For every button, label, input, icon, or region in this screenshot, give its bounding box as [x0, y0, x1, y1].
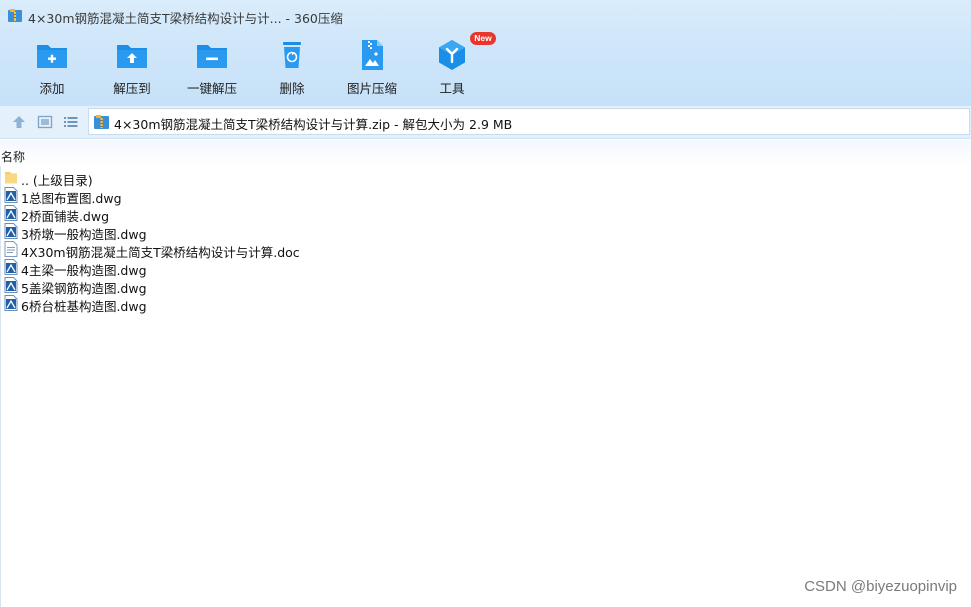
dwg-file-icon — [4, 259, 18, 275]
window-title: 4×30m钢筋混凝土简支T梁桥结构设计与计... - 360压缩 — [28, 11, 343, 26]
parent-directory-row[interactable]: .. (上级目录) — [0, 168, 600, 188]
thumbnail-view-icon[interactable] — [37, 114, 53, 130]
dwg-file-icon — [4, 295, 18, 311]
recycle-bin-icon — [283, 42, 301, 68]
watermark: CSDN @biyezuopinvip — [804, 578, 957, 595]
one-click-extract-icon — [197, 45, 227, 68]
tools-button[interactable]: New 工具 — [416, 32, 496, 98]
tools-icon — [439, 40, 465, 70]
one-click-extract-button[interactable]: 一键解压 — [176, 38, 248, 98]
add-button[interactable]: 添加 — [16, 38, 88, 98]
dwg-file-icon — [4, 187, 18, 203]
toolbar-area: 4×30m钢筋混凝土简支T梁桥结构设计与计... - 360压缩 添加 解压到 — [0, 0, 971, 106]
zip-archive-icon — [8, 9, 22, 22]
extract-to-button[interactable]: 解压到 — [96, 38, 168, 98]
one-click-extract-label: 一键解压 — [186, 81, 237, 96]
add-folder-icon — [37, 45, 67, 68]
file-row[interactable]: 6桥台桩基构造图.dwg — [0, 294, 600, 314]
file-row[interactable]: 5盖梁钢筋构造图.dwg — [0, 276, 600, 296]
file-name: 6桥台桩基构造图.dwg — [21, 299, 147, 314]
dwg-file-icon — [4, 205, 18, 221]
file-row[interactable]: 4主梁一般构造图.dwg — [0, 258, 600, 278]
zip-archive-icon — [94, 115, 109, 129]
doc-file-icon — [4, 241, 18, 257]
delete-button[interactable]: 删除 — [256, 38, 328, 98]
app-window: 4×30m钢筋混凝土简支T梁桥结构设计与计... - 360压缩 添加 解压到 — [0, 0, 971, 607]
file-row[interactable]: 4X30m钢筋混凝土简支T梁桥结构设计与计算.doc — [0, 240, 600, 260]
file-row[interactable]: 3桥墩一般构造图.dwg — [0, 222, 600, 242]
image-compress-icon — [362, 40, 383, 70]
new-badge: New — [470, 32, 496, 45]
delete-label: 删除 — [279, 81, 305, 96]
tools-label: 工具 — [439, 81, 465, 96]
address-row: 4×30m钢筋混凝土简支T梁桥结构设计与计算.zip - 解包大小为 2.9 M… — [0, 106, 971, 139]
column-header: 名称 — [0, 140, 971, 166]
extract-to-label: 解压到 — [113, 81, 151, 96]
image-compress-button[interactable]: 图片压缩 — [336, 38, 408, 98]
extract-folder-icon — [117, 45, 147, 68]
dwg-file-icon — [4, 223, 18, 239]
add-label: 添加 — [39, 81, 65, 96]
list-view-icon[interactable] — [63, 114, 79, 130]
column-header-name[interactable]: 名称 — [1, 148, 25, 165]
address-bar[interactable]: 4×30m钢筋混凝土简支T梁桥结构设计与计算.zip - 解包大小为 2.9 M… — [88, 108, 970, 135]
up-arrow-icon[interactable] — [11, 114, 27, 130]
dwg-file-icon — [4, 277, 18, 293]
title-bar: 4×30m钢筋混凝土简支T梁桥结构设计与计... - 360压缩 — [0, 0, 971, 32]
file-row[interactable]: 1总图布置图.dwg — [0, 186, 600, 206]
folder-icon — [5, 172, 17, 184]
file-row[interactable]: 2桥面铺装.dwg — [0, 204, 600, 224]
image-compress-label: 图片压缩 — [346, 81, 397, 96]
archive-path: 4×30m钢筋混凝土简支T梁桥结构设计与计算.zip - 解包大小为 2.9 M… — [114, 117, 513, 132]
